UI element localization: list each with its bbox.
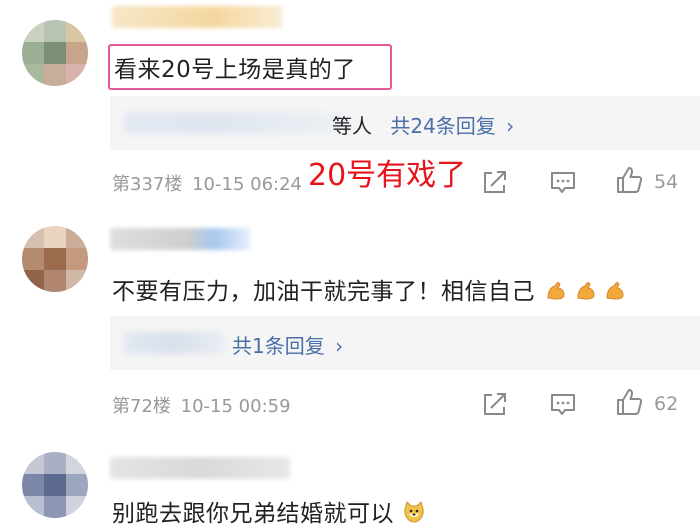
timestamp: 10-15 06:24: [192, 174, 302, 195]
reply-names-blurred: [124, 332, 224, 354]
like-count: 54: [654, 171, 679, 193]
reply-preview-box[interactable]: 共1条回复 ›: [110, 316, 700, 370]
annotation-text: 20号有戏了: [308, 158, 467, 193]
avatar[interactable]: [22, 452, 88, 518]
timestamp: 10-15 00:59: [180, 396, 291, 417]
username-blurred[interactable]: [110, 457, 290, 479]
share-icon[interactable]: [480, 167, 510, 197]
floor-number: 第337楼: [112, 174, 183, 195]
chevron-right-icon[interactable]: ›: [335, 334, 343, 358]
flexed-arm-emoji: [545, 279, 627, 305]
like-icon[interactable]: [614, 165, 644, 195]
comment-meta: 第72楼 10-15 00:59: [112, 392, 291, 418]
view-replies-link[interactable]: 共1条回复: [232, 334, 325, 358]
comment-text: 别跑去跟你兄弟结婚就可以: [112, 494, 426, 528]
reply-summary: 等人 共24条回复 ›: [332, 110, 514, 139]
floor-number: 第72楼: [112, 396, 171, 417]
username-blurred[interactable]: [112, 6, 282, 28]
username-blurred[interactable]: [110, 228, 250, 250]
reply-suffix: 等人: [332, 114, 372, 138]
comment-text: 不要有压力，加油干就完事了！相信自己: [112, 272, 626, 306]
reply-preview-box[interactable]: 等人 共24条回复 ›: [110, 96, 700, 150]
like-count: 62: [654, 393, 679, 415]
doge-emoji: [402, 501, 426, 527]
comment-text: 看来20号上场是真的了: [114, 57, 356, 83]
view-replies-link[interactable]: 共24条回复: [390, 114, 495, 138]
chevron-right-icon[interactable]: ›: [506, 114, 514, 138]
reply-names-blurred: [124, 112, 350, 134]
comment-body: 不要有压力，加油干就完事了！相信自己: [112, 279, 535, 305]
share-icon[interactable]: [480, 389, 510, 419]
reply-summary: 共1条回复 ›: [232, 330, 343, 359]
like-icon[interactable]: [614, 387, 644, 417]
comment-meta: 第337楼 10-15 06:24: [112, 170, 302, 196]
comment-icon[interactable]: [548, 389, 578, 419]
comment-icon[interactable]: [548, 167, 578, 197]
comment-body: 别跑去跟你兄弟结婚就可以: [112, 501, 394, 527]
avatar[interactable]: [22, 226, 88, 292]
avatar[interactable]: [22, 20, 88, 86]
